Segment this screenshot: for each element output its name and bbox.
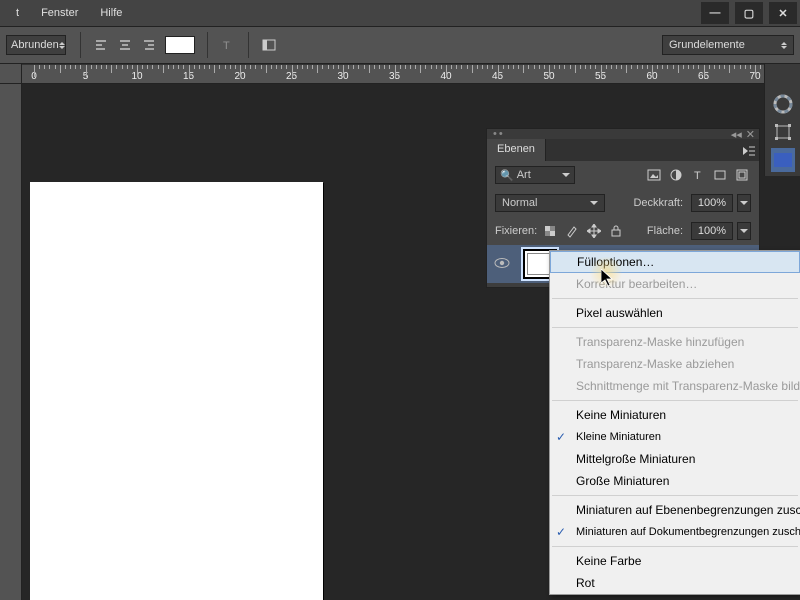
blend-mode-select[interactable]: Normal (495, 194, 605, 212)
fill-flyout[interactable] (737, 222, 751, 240)
fill-label: Fläche: (647, 225, 683, 237)
check-icon: ✓ (556, 430, 566, 444)
separator (552, 495, 798, 496)
menu-thumb-none[interactable]: Keine Miniaturen (550, 404, 800, 426)
fill-value[interactable]: 100% (691, 222, 733, 240)
menu-thumb-clip-layer[interactable]: Miniaturen auf Ebenenbegrenzungen zuschn… (550, 499, 800, 521)
menu-hilfe[interactable]: Hilfe (90, 3, 132, 23)
filter-text-icon[interactable]: T (689, 166, 707, 184)
lock-paint-icon[interactable] (563, 222, 581, 240)
panel-toggle-button[interactable] (258, 34, 280, 56)
menu-item[interactable]: t (6, 3, 29, 23)
collapse-icon[interactable]: ◂◂ (731, 128, 742, 141)
layer-context-menu: Fülloptionen… Korrektur bearbeiten… Pixe… (549, 250, 800, 595)
color-wheel-icon[interactable] (771, 92, 795, 116)
blend-mode-label: Normal (502, 197, 537, 209)
panel-menu-button[interactable] (739, 141, 759, 161)
ruler-horizontal[interactable]: 0510152025303540455055606570 (22, 64, 800, 84)
window-minimize-button[interactable]: — (701, 2, 729, 24)
ruler-vertical[interactable] (0, 84, 22, 600)
menu-color-none[interactable]: Keine Farbe (550, 550, 800, 572)
opacity-label: Deckkraft: (633, 197, 683, 209)
opacity-value[interactable]: 100% (691, 194, 733, 212)
menu-thumb-clip-doc[interactable]: ✓Miniaturen auf Dokumentbegrenzungen zus… (550, 521, 800, 543)
menu-intersect-mask: Schnittmenge mit Transparenz-Maske bilde… (550, 375, 800, 397)
color-swatch-tool[interactable] (771, 148, 795, 172)
right-toolstrip (764, 64, 800, 176)
separator (552, 298, 798, 299)
transform-icon[interactable] (771, 120, 795, 144)
close-icon[interactable]: ✕ (746, 128, 755, 141)
window-close-button[interactable]: ✕ (769, 2, 797, 24)
lock-label: Fixieren: (495, 225, 537, 237)
lock-position-icon[interactable] (585, 222, 603, 240)
align-center-button[interactable] (114, 34, 136, 56)
filter-shape-icon[interactable] (711, 166, 729, 184)
align-left-button[interactable] (90, 34, 112, 56)
menu-subtract-mask: Transparenz-Maske abziehen (550, 353, 800, 375)
warp-text-button[interactable]: T (217, 34, 239, 56)
opacity-flyout[interactable] (737, 194, 751, 212)
fill-swatch[interactable] (165, 36, 195, 54)
separator (207, 32, 208, 58)
menu-thumb-small[interactable]: ✓Kleine Miniaturen (550, 426, 800, 448)
lock-all-icon[interactable] (607, 222, 625, 240)
align-right-button[interactable] (138, 34, 160, 56)
menu-select-pixels[interactable]: Pixel auswählen (550, 302, 800, 324)
menu-thumb-large[interactable]: Große Miniaturen (550, 470, 800, 492)
filter-adjust-icon[interactable] (667, 166, 685, 184)
separator (552, 400, 798, 401)
separator (248, 32, 249, 58)
tab-layers[interactable]: Ebenen (487, 139, 546, 161)
document-canvas[interactable] (30, 182, 323, 600)
check-icon: ✓ (556, 525, 566, 539)
panel-drag-handle[interactable]: •• ◂◂ ✕ (487, 129, 759, 139)
menu-add-mask: Transparenz-Maske hinzufügen (550, 331, 800, 353)
workspace-label: Grundelemente (669, 39, 745, 51)
svg-text:T: T (694, 170, 701, 182)
lock-transparency-icon[interactable] (541, 222, 559, 240)
menu-color-red[interactable]: Rot (550, 572, 800, 594)
window-maximize-button[interactable]: ▢ (735, 2, 763, 24)
ruler-origin[interactable] (0, 64, 22, 84)
layer-filter-select[interactable]: 🔍 Art (495, 166, 575, 184)
separator (552, 327, 798, 328)
menu-fenster[interactable]: Fenster (31, 3, 88, 23)
separator (552, 546, 798, 547)
svg-text:T: T (223, 40, 230, 52)
corner-style-select[interactable]: Abrunden (6, 35, 66, 55)
corner-style-label: Abrunden (11, 39, 59, 51)
workspace-select[interactable]: Grundelemente (662, 35, 794, 55)
menu-fill-options[interactable]: Fülloptionen… (550, 251, 800, 273)
separator (80, 32, 81, 58)
menu-thumb-medium[interactable]: Mittelgroße Miniaturen (550, 448, 800, 470)
filter-smart-icon[interactable] (733, 166, 751, 184)
menu-edit-adjustment: Korrektur bearbeiten… (550, 273, 800, 295)
visibility-icon[interactable] (487, 257, 517, 272)
layer-filter-label: Art (517, 169, 531, 181)
search-icon: 🔍 (500, 169, 514, 182)
filter-image-icon[interactable] (645, 166, 663, 184)
